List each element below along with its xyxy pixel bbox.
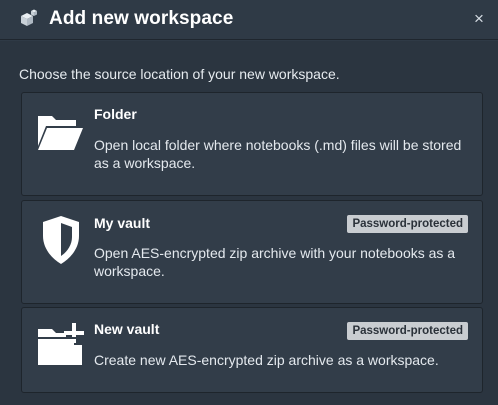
option-my-vault[interactable]: My vault Password-protected Open AES-enc… [21,200,483,304]
cubes-icon [21,9,37,26]
folder-plus-icon [38,323,84,365]
password-protected-badge: Password-protected [347,215,468,233]
option-description: Open AES-encrypted zip archive with your… [94,245,456,279]
dialog-footer [0,398,498,405]
dialog-header: Add new workspace × [0,0,498,40]
option-folder[interactable]: Folder Open local folder where notebooks… [21,92,483,196]
option-description: Open local folder where notebooks (.md) … [94,137,462,171]
close-button[interactable]: × [471,10,487,28]
shield-icon [43,216,79,264]
close-icon: × [474,9,484,28]
intro-text: Choose the source location of your new w… [19,66,340,82]
option-description: Create new AES-encrypted zip archive as … [94,352,439,368]
option-title: New vault [94,321,160,337]
option-title: My vault [94,215,151,231]
dialog-title: Add new workspace [49,8,234,29]
folder-open-icon [38,116,83,150]
password-protected-badge: Password-protected [347,322,468,340]
add-workspace-dialog: Add new workspace × Choose the source lo… [0,0,498,405]
option-new-vault[interactable]: New vault Password-protected Create new … [21,307,483,393]
option-title: Folder [94,106,137,122]
